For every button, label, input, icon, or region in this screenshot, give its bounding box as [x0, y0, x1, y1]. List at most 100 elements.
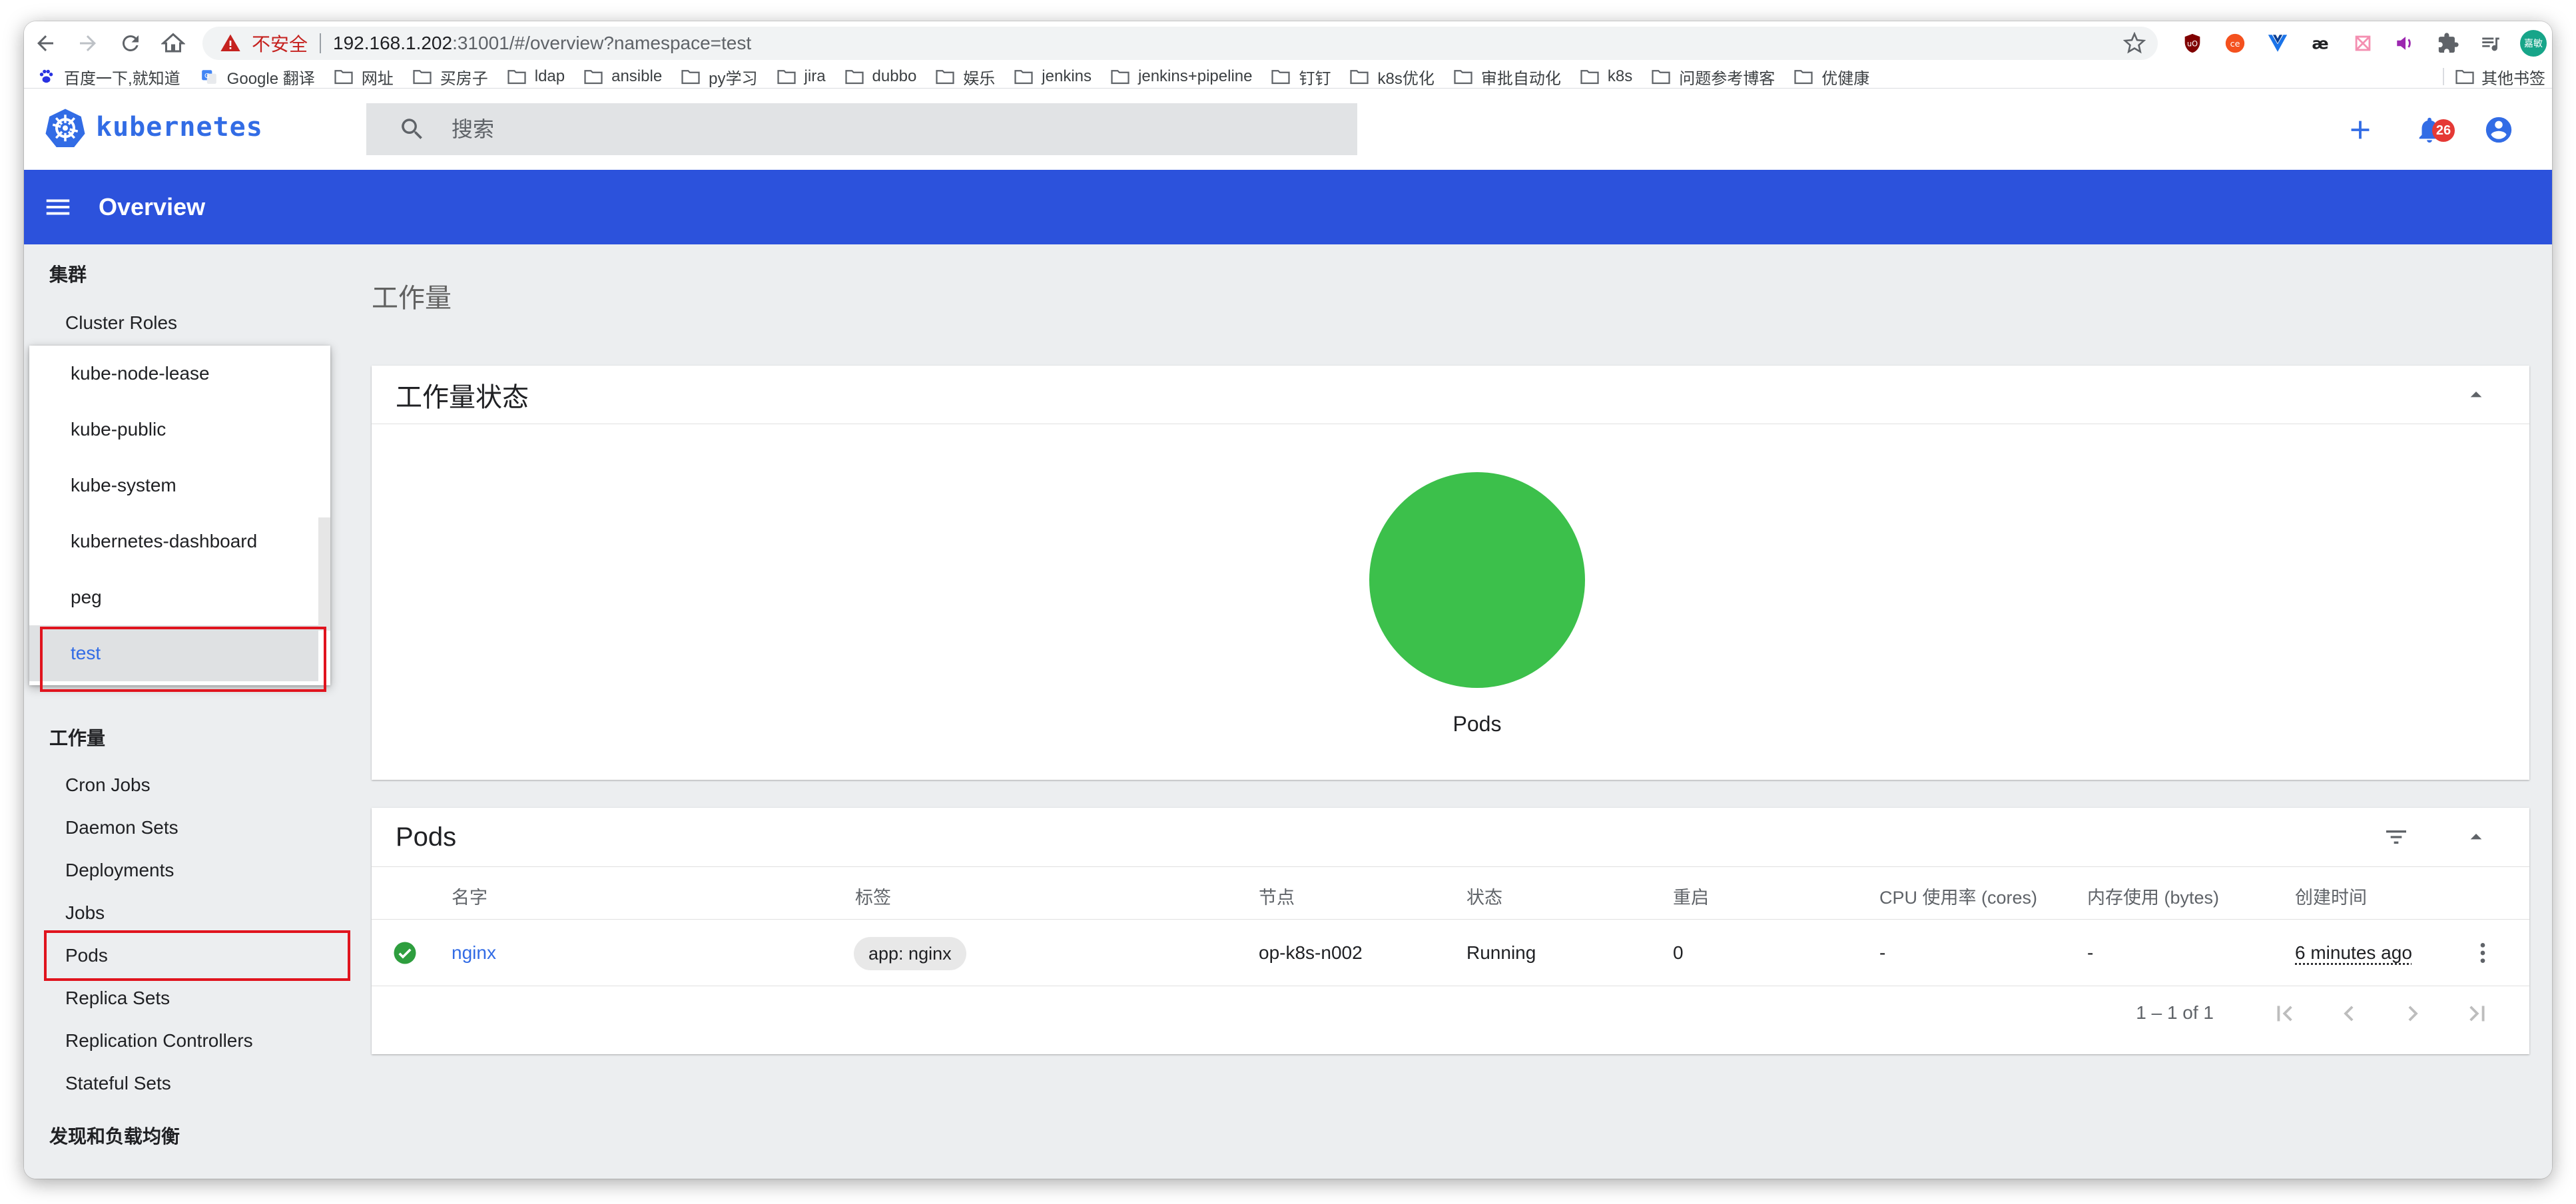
label-chip: app: nginx — [854, 937, 966, 970]
pod-name-link[interactable]: nginx — [452, 942, 496, 964]
helm-wheel-icon — [45, 109, 85, 147]
search-icon — [402, 119, 422, 139]
dropdown-scrollbar[interactable] — [318, 517, 330, 631]
extensions-menu[interactable] — [2427, 21, 2469, 65]
ae-extension[interactable]: æ — [2299, 21, 2342, 65]
sidebar-item-daemon-sets[interactable]: Daemon Sets — [65, 817, 178, 838]
filter-icon[interactable] — [2383, 824, 2410, 850]
profile-button[interactable]: 嘉敏 — [2512, 21, 2552, 65]
bookmark-label: 娱乐 — [963, 69, 996, 88]
other-bookmarks[interactable]: 其他书签 — [2443, 65, 2545, 88]
first-page-button[interactable] — [2270, 998, 2300, 1029]
sidebar-item-stateful-sets[interactable]: Stateful Sets — [65, 1073, 171, 1094]
bookmark-folder[interactable]: k8s — [1580, 67, 1632, 86]
bookmark-folder[interactable]: ldap — [507, 67, 565, 86]
bookmark-label: py学习 — [709, 69, 758, 88]
folder-icon — [844, 70, 864, 85]
collapse-arrow-icon[interactable] — [2463, 824, 2489, 850]
sidebar-item-jobs[interactable]: Jobs — [65, 902, 105, 924]
create-button[interactable] — [2326, 111, 2395, 149]
kubernetes-logo[interactable]: kubernetes — [45, 107, 263, 147]
bookmark-folder[interactable]: jenkins — [1014, 67, 1092, 86]
bookmark-folder[interactable]: ansible — [583, 67, 662, 86]
back-button[interactable] — [24, 21, 67, 65]
card-header: 工作量状态 — [372, 366, 2529, 424]
column-header-memory: 内存使用 (bytes) — [2087, 888, 2220, 908]
search-input[interactable] — [452, 117, 1251, 142]
namespace-option-kube-node-lease[interactable]: kube-node-lease — [29, 346, 318, 402]
bookmark-folder[interactable]: 网址 — [334, 65, 394, 89]
insecure-label: 不安全 — [252, 34, 308, 55]
previous-page-button[interactable] — [2334, 998, 2364, 1029]
more-vert-icon[interactable] — [2469, 940, 2496, 966]
home-button[interactable] — [152, 21, 194, 65]
folder-icon — [584, 70, 603, 85]
ae-icon: æ — [2312, 35, 2328, 53]
folder-icon — [777, 70, 796, 85]
bookmark-label: jenkins — [1042, 67, 1092, 85]
collapse-arrow-icon[interactable] — [2463, 382, 2489, 408]
bookmark-google-translate[interactable]: G Google 翻译 — [199, 65, 315, 89]
bookmark-folder[interactable]: 买房子 — [412, 65, 488, 89]
hamburger-menu-icon[interactable] — [43, 192, 73, 222]
address-bar[interactable]: 不安全 192.168.1.202:31001/#/overview?names… — [202, 27, 2158, 60]
next-page-button[interactable] — [2398, 998, 2428, 1029]
sidebar-item-replication-controllers[interactable]: Replication Controllers — [65, 1030, 253, 1052]
bookmark-label: k8s优化 — [1377, 69, 1435, 88]
column-header-status[interactable]: 状态 — [1466, 883, 1502, 909]
sidebar-item-cron-jobs[interactable]: Cron Jobs — [65, 774, 151, 796]
folder-icon — [1794, 70, 1813, 85]
bookmark-folder[interactable]: py学习 — [681, 65, 758, 89]
vue-extension[interactable] — [2256, 21, 2299, 65]
ublock-extension[interactable]: uO — [2171, 21, 2214, 65]
bookmark-baidu[interactable]: 百度一下,就知道 — [36, 65, 180, 89]
forward-button[interactable] — [67, 21, 109, 65]
url-path: :31001/#/overview?namespace=test — [452, 33, 752, 53]
namespace-option-kubernetes-dashboard[interactable]: kubernetes-dashboard — [29, 513, 318, 569]
last-page-button[interactable] — [2461, 998, 2492, 1029]
orange-extension[interactable]: ce — [2214, 21, 2256, 65]
bookmark-star-icon[interactable] — [2123, 32, 2146, 55]
bookmark-folder[interactable]: 审批自动化 — [1453, 65, 1561, 89]
bookmark-folder[interactable]: dubbo — [844, 67, 916, 86]
bookmark-folder[interactable]: 娱乐 — [935, 65, 995, 89]
bookmark-folder[interactable]: k8s优化 — [1349, 65, 1435, 89]
extensions-row: uO ce æ 嘉敏 — [2171, 21, 2552, 65]
logo-text: kubernetes — [96, 112, 263, 143]
shield-icon: uO — [2184, 33, 2200, 53]
reload-button[interactable] — [109, 21, 152, 65]
paw-icon — [39, 69, 53, 83]
bookmark-folder[interactable]: 钉钉 — [1271, 65, 1331, 89]
bookmark-folder[interactable]: jira — [777, 67, 826, 86]
namespace-option-kube-system[interactable]: kube-system — [29, 457, 318, 513]
pod-cpu: - — [1879, 942, 1886, 963]
workload-status-card: 工作量状态 Pods — [372, 366, 2529, 780]
pink-extension[interactable] — [2342, 21, 2384, 65]
reading-list[interactable] — [2469, 21, 2512, 65]
bookmark-folder[interactable]: 问题参考博客 — [1651, 65, 1775, 89]
sidebar-item-cluster-roles[interactable]: Cluster Roles — [65, 312, 177, 334]
folder-icon — [1652, 70, 1670, 85]
namespace-option-kube-public[interactable]: kube-public — [29, 402, 318, 457]
sidebar-item-deployments[interactable]: Deployments — [65, 860, 174, 881]
bookmark-folder[interactable]: 优健康 — [1793, 65, 1869, 89]
sidebar-section-workloads: 工作量 — [49, 728, 106, 749]
svg-text:ce: ce — [2230, 39, 2240, 49]
vue-icon — [2268, 35, 2288, 52]
column-header-created[interactable]: 创建时间 — [2295, 883, 2367, 909]
account-button[interactable] — [2464, 111, 2533, 149]
bookmark-folder[interactable]: jenkins+pipeline — [1110, 67, 1252, 86]
sidebar-item-replica-sets[interactable]: Replica Sets — [65, 988, 170, 1009]
pods-card: Pods 名字 标签 节点 状态 重启 CPU 使用率 (cores) 内存使用… — [372, 808, 2529, 1054]
speaker-extension[interactable] — [2384, 21, 2427, 65]
column-header-name[interactable]: 名字 — [452, 883, 487, 909]
search-box[interactable] — [366, 103, 1357, 155]
column-header-node[interactable]: 节点 — [1259, 883, 1295, 909]
dashboard-header: kubernetes 26 — [24, 89, 2552, 170]
notifications-button[interactable]: 26 — [2395, 111, 2464, 149]
namespace-option-peg[interactable]: peg — [29, 569, 318, 625]
pod-node[interactable]: op-k8s-n002 — [1259, 942, 1363, 964]
notification-badge: 26 — [2432, 119, 2455, 142]
sidebar: 集群 Cluster Roles 工作量 Cron Jobs Daemon Se… — [24, 244, 350, 1179]
page-title: 工作量 — [372, 284, 452, 313]
